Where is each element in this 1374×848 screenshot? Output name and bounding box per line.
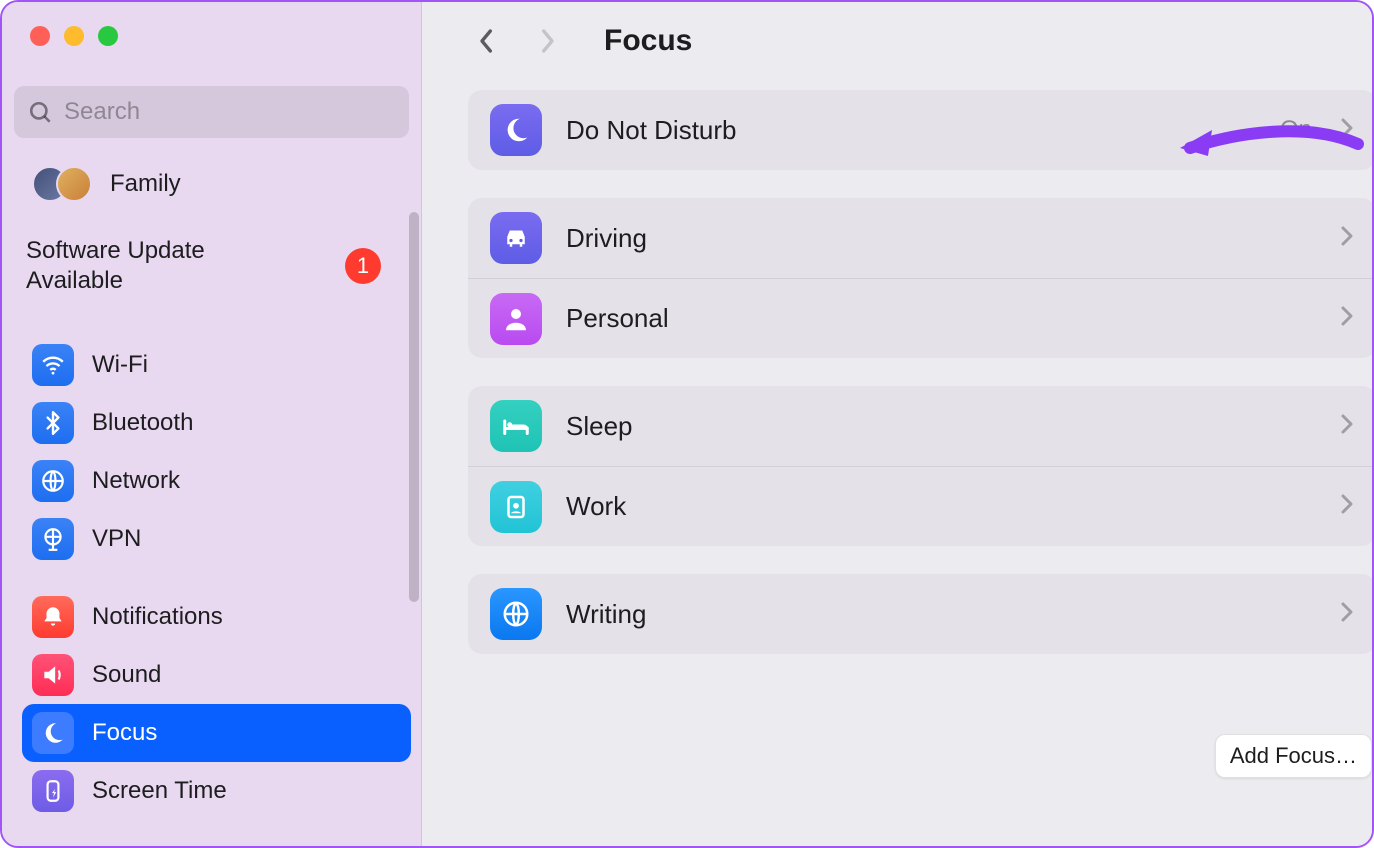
- software-update-label: Software Update Available: [26, 236, 286, 296]
- focus-group-3: Sleep Work: [468, 386, 1374, 546]
- page-title: Focus: [604, 24, 692, 58]
- zoom-window-button[interactable]: [98, 26, 118, 46]
- sidebar-item-network[interactable]: Network: [22, 452, 411, 510]
- minimize-window-button[interactable]: [64, 26, 84, 46]
- sidebar-scrollbar[interactable]: [409, 212, 419, 602]
- bed-icon: [490, 400, 542, 452]
- focus-icon: [32, 712, 74, 754]
- focus-label: Focus: [92, 719, 157, 747]
- moon-icon: [490, 104, 542, 156]
- sleep-label: Sleep: [566, 411, 1316, 442]
- car-icon: [490, 212, 542, 264]
- nav-forward-button: [532, 26, 562, 56]
- sidebar-scroll: Family Software Update Available 1 Wi-Fi…: [2, 152, 421, 830]
- do-not-disturb-status: On: [1280, 116, 1312, 144]
- work-label: Work: [566, 491, 1316, 522]
- focus-group-1: Do Not Disturb On: [468, 90, 1374, 170]
- add-focus-button[interactable]: Add Focus…: [1215, 734, 1372, 778]
- bluetooth-label: Bluetooth: [92, 409, 193, 437]
- focus-item-sleep[interactable]: Sleep: [468, 386, 1374, 466]
- family-avatars: [32, 162, 92, 206]
- notifications-label: Notifications: [92, 603, 223, 631]
- sidebar-item-notifications[interactable]: Notifications: [22, 588, 411, 646]
- focus-group-4: Writing: [468, 574, 1374, 654]
- vpn-label: VPN: [92, 525, 141, 553]
- chevron-right-icon: [1340, 225, 1354, 252]
- writing-label: Writing: [566, 599, 1316, 630]
- chevron-right-icon: [1340, 117, 1354, 144]
- driving-label: Driving: [566, 223, 1316, 254]
- personal-label: Personal: [566, 303, 1316, 334]
- globe-icon: [490, 588, 542, 640]
- focus-item-driving[interactable]: Driving: [468, 198, 1374, 278]
- main-panel: Focus Do Not Disturb On: [422, 2, 1374, 846]
- sidebar-item-vpn[interactable]: VPN: [22, 510, 411, 568]
- sound-icon: [32, 654, 74, 696]
- sidebar-item-wifi[interactable]: Wi-Fi: [22, 336, 411, 394]
- screen-time-icon: [32, 770, 74, 812]
- content: Do Not Disturb On Driving: [422, 80, 1374, 654]
- network-label: Network: [92, 467, 180, 495]
- update-badge: 1: [345, 248, 381, 284]
- sidebar-item-family[interactable]: Family: [22, 152, 411, 216]
- wifi-label: Wi-Fi: [92, 351, 148, 379]
- sound-label: Sound: [92, 661, 161, 689]
- chevron-right-icon: [1340, 305, 1354, 332]
- family-label: Family: [110, 170, 181, 198]
- sidebar-item-focus[interactable]: Focus: [22, 704, 411, 762]
- focus-item-do-not-disturb[interactable]: Do Not Disturb On: [468, 90, 1374, 170]
- screen-time-label: Screen Time: [92, 777, 227, 805]
- chevron-right-icon: [1340, 413, 1354, 440]
- chevron-right-icon: [1340, 601, 1354, 628]
- focus-item-writing[interactable]: Writing: [468, 574, 1374, 654]
- sidebar-item-sound[interactable]: Sound: [22, 646, 411, 704]
- chevron-right-icon: [1340, 493, 1354, 520]
- search-input[interactable]: [14, 86, 409, 138]
- sidebar-item-software-update[interactable]: Software Update Available 1: [22, 216, 411, 316]
- vpn-icon: [32, 518, 74, 560]
- notifications-icon: [32, 596, 74, 638]
- sidebar-item-screen-time[interactable]: Screen Time: [22, 762, 411, 820]
- bluetooth-icon: [32, 402, 74, 444]
- main-header: Focus: [422, 2, 1374, 80]
- sidebar-item-bluetooth[interactable]: Bluetooth: [22, 394, 411, 452]
- person-icon: [490, 293, 542, 345]
- nav-back-button[interactable]: [472, 26, 502, 56]
- focus-item-work[interactable]: Work: [468, 466, 1374, 546]
- wifi-icon: [32, 344, 74, 386]
- sidebar: Family Software Update Available 1 Wi-Fi…: [2, 2, 422, 846]
- focus-group-2: Driving Personal: [468, 198, 1374, 358]
- window-controls: [2, 2, 421, 62]
- system-settings-window: Family Software Update Available 1 Wi-Fi…: [0, 0, 1374, 848]
- badge-icon: [490, 481, 542, 533]
- do-not-disturb-label: Do Not Disturb: [566, 115, 1256, 146]
- close-window-button[interactable]: [30, 26, 50, 46]
- network-icon: [32, 460, 74, 502]
- search-container: [2, 62, 421, 152]
- focus-item-personal[interactable]: Personal: [468, 278, 1374, 358]
